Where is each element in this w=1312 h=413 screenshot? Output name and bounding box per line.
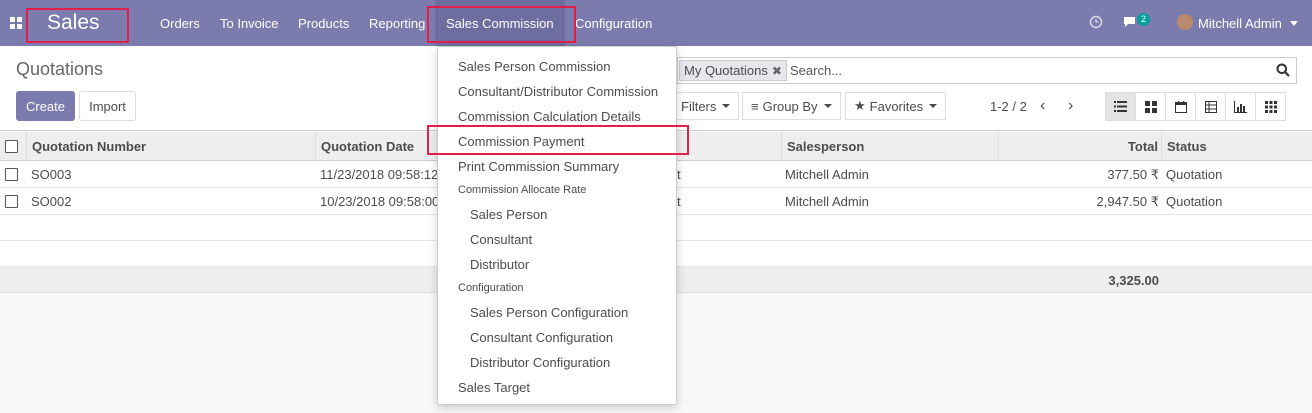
caret-down-icon	[823, 104, 832, 108]
dropdown-header-configuration: Configuration	[458, 282, 524, 294]
import-button[interactable]: Import	[79, 91, 136, 121]
total: 377.50 ₹	[1107, 166, 1159, 182]
dropdown-header-commission-allocate-rate: Commission Allocate Rate	[458, 184, 587, 196]
filters-label: Filters	[681, 98, 717, 114]
dropdown-item-sales-target[interactable]: Sales Target	[458, 380, 530, 395]
messages-icon[interactable]	[1122, 15, 1138, 29]
group-by-label: Group By	[762, 98, 818, 114]
customer: t	[677, 194, 681, 209]
salesperson: Mitchell Admin	[785, 167, 869, 182]
column-quotation-number[interactable]: Quotation Number	[26, 132, 317, 161]
menu-products[interactable]: Products	[298, 0, 349, 46]
dropdown-item-consultant[interactable]: Consultant	[470, 232, 532, 247]
search-input[interactable]	[790, 59, 1260, 82]
pivot-view-icon[interactable]	[1195, 92, 1226, 121]
caret-down-icon	[722, 104, 731, 108]
dropdown-item-commission-calculation-details[interactable]: Commission Calculation Details	[458, 109, 641, 124]
dropdown-item-sales-person-commission[interactable]: Sales Person Commission	[458, 59, 610, 74]
create-button[interactable]: Create	[16, 91, 75, 121]
page-title: Quotations	[16, 59, 104, 79]
activity-view-icon[interactable]	[1255, 92, 1286, 121]
dropdown-item-distributor[interactable]: Distributor	[470, 257, 529, 272]
favorites-label: Favorites	[869, 98, 924, 114]
group-by-icon: ≡	[751, 98, 759, 114]
graph-view-icon[interactable]	[1225, 92, 1256, 121]
dropdown-item-consultant-distributor-commission[interactable]: Consultant/Distributor Commission	[458, 84, 658, 99]
menu-configuration[interactable]: Configuration	[575, 0, 652, 46]
star-icon: ★	[854, 98, 866, 113]
total: 2,947.50 ₹	[1096, 193, 1160, 209]
status: Quotation	[1166, 194, 1223, 209]
activity-clock-icon[interactable]	[1089, 15, 1103, 29]
search-icon[interactable]	[1276, 63, 1290, 77]
dropdown-item-sales-person[interactable]: Sales Person	[470, 207, 547, 222]
facet-label: My Quotations	[684, 63, 768, 78]
quotation-date: 11/23/2018 09:58:12	[320, 167, 439, 182]
view-switcher	[1105, 92, 1286, 121]
column-status[interactable]: Status	[1161, 132, 1312, 161]
dropdown-item-distributor-configuration[interactable]: Distributor Configuration	[470, 355, 610, 370]
dropdown-item-consultant-configuration[interactable]: Consultant Configuration	[470, 330, 613, 345]
footer-total: 3,325.00	[1108, 272, 1159, 288]
caret-down-icon	[929, 104, 938, 108]
pager-value[interactable]: 1-2 / 2	[990, 99, 1027, 114]
group-by-button[interactable]: ≡ Group By	[742, 92, 841, 120]
quotation-number[interactable]: SO003	[31, 161, 71, 188]
column-total[interactable]: Total	[998, 132, 1162, 161]
sales-commission-dropdown: Sales Person Commission Consultant/Distr…	[437, 46, 677, 405]
calendar-view-icon[interactable]	[1165, 92, 1196, 121]
search-facet-my-quotations[interactable]: My Quotations ✖	[679, 60, 787, 81]
messages-count-badge: 2	[1137, 13, 1151, 26]
dropdown-item-print-commission-summary[interactable]: Print Commission Summary	[458, 159, 619, 174]
menu-orders[interactable]: Orders	[160, 0, 200, 46]
dropdown-item-sales-person-configuration[interactable]: Sales Person Configuration	[470, 305, 628, 320]
kanban-view-icon[interactable]	[1135, 92, 1166, 121]
customer: t	[677, 167, 681, 182]
quotation-number[interactable]: SO002	[31, 188, 71, 215]
user-name[interactable]: Mitchell Admin	[1198, 0, 1282, 46]
user-menu-caret-icon[interactable]	[1290, 21, 1298, 26]
pager-previous-icon[interactable]: ‹	[1040, 97, 1045, 115]
user-avatar[interactable]	[1177, 14, 1193, 30]
brand-highlight-box	[26, 8, 129, 43]
favorites-button[interactable]: ★ Favorites	[845, 92, 947, 120]
menu-to-invoice[interactable]: To Invoice	[220, 0, 279, 46]
column-salesperson[interactable]: Salesperson	[781, 132, 999, 161]
menu-reporting[interactable]: Reporting	[369, 0, 425, 46]
filters-button[interactable]: Filters	[672, 92, 740, 120]
list-view-icon[interactable]	[1105, 92, 1136, 121]
row-checkbox[interactable]	[5, 168, 18, 181]
salesperson: Mitchell Admin	[785, 194, 869, 209]
select-all-checkbox[interactable]	[5, 140, 18, 153]
sales-commission-highlight-box	[427, 6, 576, 43]
quotation-date: 10/23/2018 09:58:00	[320, 194, 440, 209]
apps-menu-icon[interactable]	[10, 17, 22, 29]
commission-payment-highlight-box	[427, 125, 689, 155]
status: Quotation	[1166, 167, 1223, 182]
row-checkbox[interactable]	[5, 195, 18, 208]
facet-remove-icon[interactable]: ✖	[772, 64, 782, 78]
pager-next-icon[interactable]: ›	[1068, 97, 1073, 115]
